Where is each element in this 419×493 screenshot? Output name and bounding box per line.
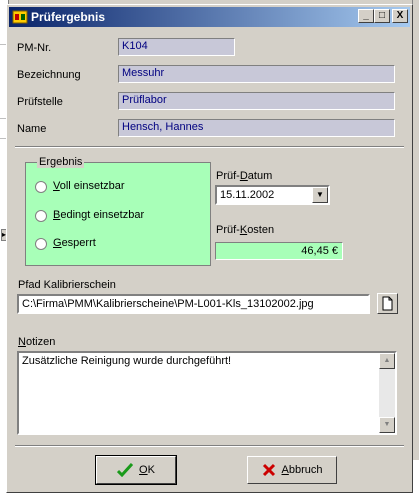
pruef-datum-label: Prüf-Datum: [216, 170, 273, 182]
pfad-label: Pfad Kalibrierschein: [18, 279, 116, 291]
pruefstelle-label: Prüfstelle: [17, 96, 63, 108]
radio-voll-einsetzbar-label[interactable]: Voll einsetzbar: [53, 180, 125, 192]
radio-bedingt-einsetzbar[interactable]: [35, 210, 47, 222]
pruef-datum-value: 15.11.2002: [220, 189, 275, 201]
maximize-icon[interactable]: □: [374, 9, 390, 23]
separator: [15, 445, 404, 447]
scroll-down-icon[interactable]: ▼: [379, 417, 395, 433]
pruefstelle-value: Prüflabor: [118, 92, 395, 110]
radio-gesperrt-label[interactable]: Gesperrt: [53, 237, 96, 249]
abbruch-button[interactable]: Abbruch: [247, 456, 337, 484]
ergebnis-group-label: Ergebnis: [37, 156, 85, 168]
pruef-datum-select[interactable]: 15.11.2002 ▼: [215, 185, 330, 205]
notizen-textarea[interactable]: Zusätzliche Reinigung wurde durchgeführt…: [17, 351, 397, 435]
background-window-edge-right: [412, 0, 419, 460]
file-open-button[interactable]: [377, 293, 398, 314]
radio-bedingt-einsetzbar-label[interactable]: Bedingt einsetzbar: [53, 209, 144, 221]
abbruch-button-label: Abbruch: [281, 464, 323, 476]
pruef-kosten-field[interactable]: 46,45 €: [215, 242, 343, 260]
radio-gesperrt[interactable]: [35, 238, 47, 250]
separator: [15, 146, 404, 148]
checkmark-icon: [117, 463, 134, 477]
name-value: Hensch, Hannes: [118, 119, 395, 137]
pruef-kosten-label: Prüf-Kosten: [216, 224, 275, 236]
bezeichnung-value: Messuhr: [118, 65, 395, 83]
ok-button-label: OK: [139, 464, 155, 476]
minimize-icon[interactable]: _: [358, 9, 374, 23]
radio-voll-einsetzbar[interactable]: [35, 181, 47, 193]
notizen-label: Notizen: [18, 336, 56, 348]
pm-nr-value: K104: [118, 38, 235, 56]
title-bar[interactable]: Prüfergebnis _ □ X: [9, 7, 410, 27]
pruefergebnis-dialog: Prüfergebnis _ □ X PM-Nr. K104 Bezeichnu…: [6, 4, 413, 493]
notizen-value: Zusätzliche Reinigung wurde durchgeführt…: [22, 355, 232, 367]
app-icon: [12, 10, 28, 24]
scroll-up-icon[interactable]: ▲: [379, 353, 395, 369]
pm-nr-label: PM-Nr.: [17, 42, 52, 54]
dropdown-arrow-icon[interactable]: ▼: [312, 187, 328, 203]
window-title: Prüfergebnis: [31, 10, 106, 24]
ok-button[interactable]: OK: [96, 456, 176, 484]
bezeichnung-label: Bezeichnung: [17, 69, 81, 81]
notizen-scrollbar[interactable]: ▲ ▼: [379, 353, 395, 433]
close-icon[interactable]: X: [392, 9, 408, 23]
pfad-input[interactable]: C:\Firma\PMM\Kalibrierscheine\PM-L001-Kl…: [17, 294, 370, 314]
x-cancel-icon: [262, 463, 275, 477]
file-open-icon: [382, 296, 393, 311]
name-label: Name: [17, 123, 47, 135]
